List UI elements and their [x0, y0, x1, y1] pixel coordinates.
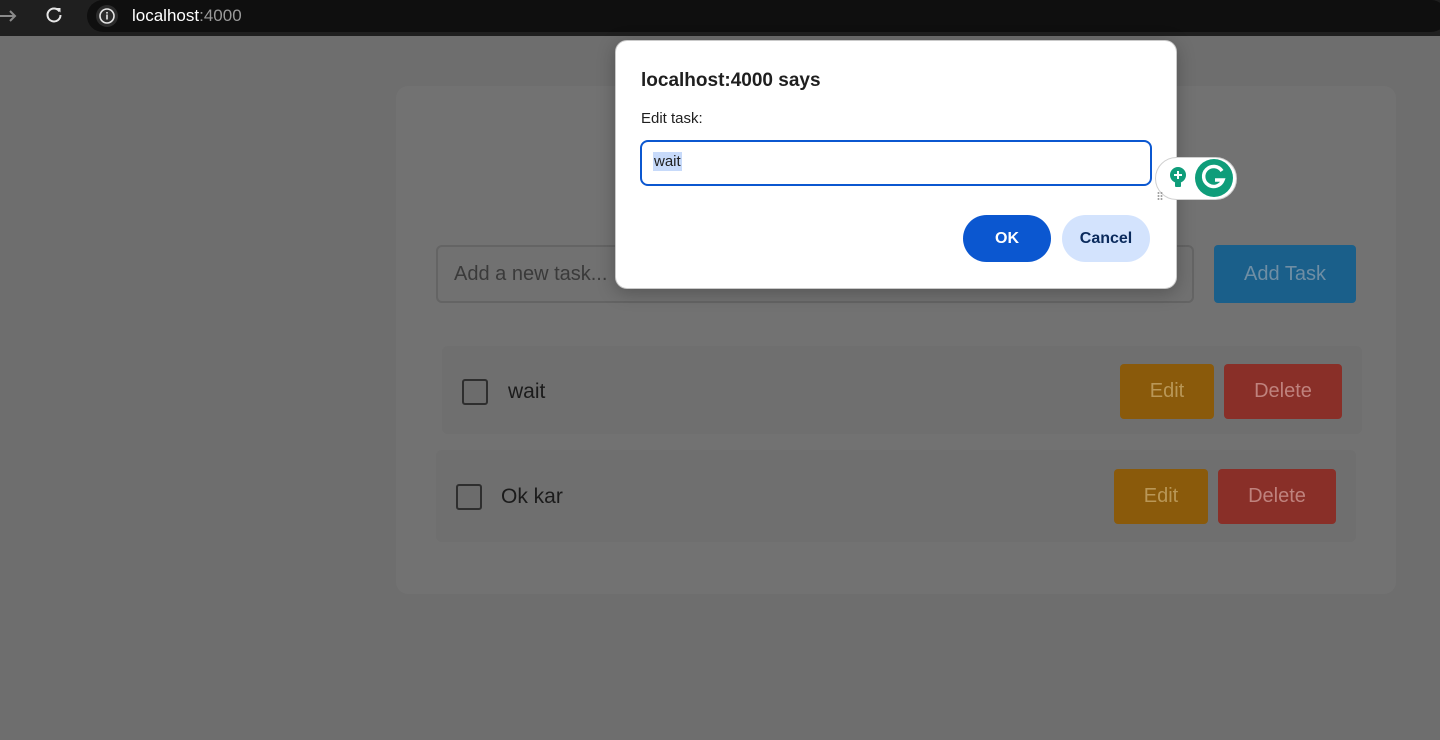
lightbulb-icon[interactable]	[1167, 166, 1189, 190]
site-info-icon[interactable]	[95, 4, 119, 28]
ok-button[interactable]: OK	[963, 215, 1051, 262]
edit-task-button[interactable]: Edit	[1120, 364, 1214, 419]
dialog-input-value[interactable]: wait	[653, 152, 682, 171]
task-checkbox[interactable]	[462, 379, 488, 405]
drag-handle-icon[interactable]	[1157, 188, 1163, 200]
dialog-message: Edit task:	[641, 110, 703, 127]
dialog-title: localhost:4000 says	[641, 70, 821, 91]
reload-icon[interactable]	[44, 5, 64, 25]
delete-task-button[interactable]: Delete	[1224, 364, 1342, 419]
edit-task-button[interactable]: Edit	[1114, 469, 1208, 524]
add-task-button[interactable]: Add Task	[1214, 245, 1356, 303]
task-checkbox[interactable]	[456, 484, 482, 510]
forward-arrow-icon[interactable]	[0, 6, 20, 26]
cancel-button[interactable]: Cancel	[1062, 215, 1150, 262]
grammarly-logo-icon[interactable]	[1195, 159, 1233, 197]
url-text[interactable]: localhost:4000	[132, 6, 242, 26]
url-host: localhost	[132, 6, 200, 25]
task-label: wait	[508, 380, 546, 403]
url-port: :4000	[199, 6, 242, 25]
address-bar[interactable]	[87, 0, 1440, 32]
delete-task-button[interactable]: Delete	[1218, 469, 1336, 524]
task-label: Ok kar	[501, 485, 563, 508]
dialog-input[interactable]	[640, 140, 1152, 186]
